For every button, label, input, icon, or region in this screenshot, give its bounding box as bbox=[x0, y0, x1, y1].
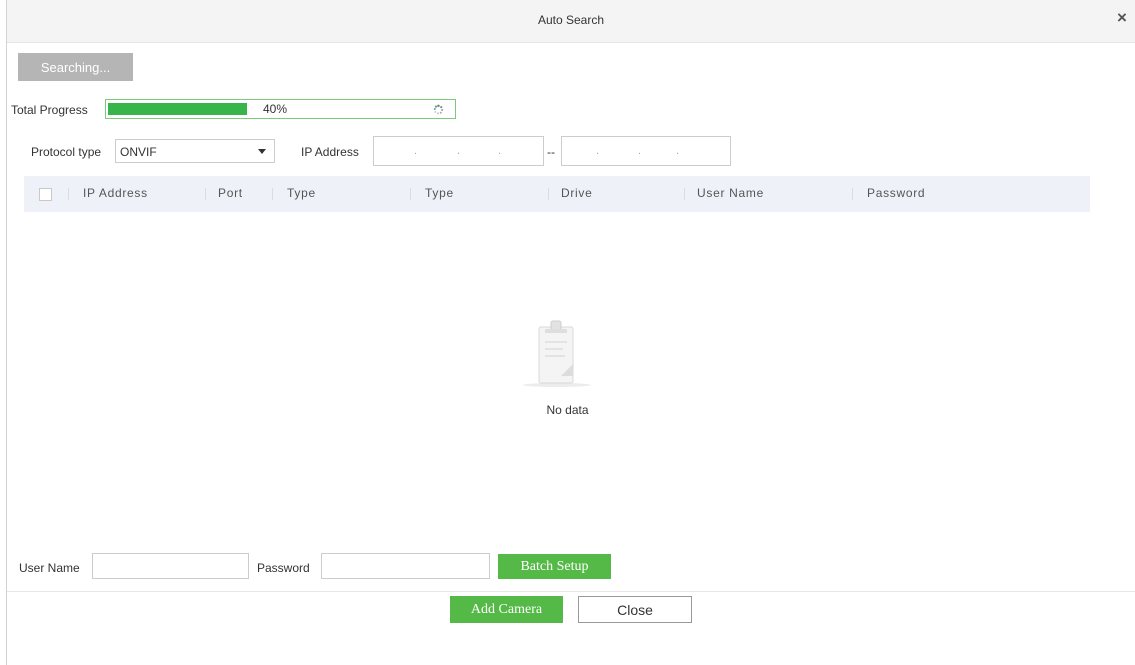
column-type[interactable]: Type bbox=[287, 186, 316, 200]
protocol-type-select[interactable]: ONVIF bbox=[115, 139, 275, 163]
auto-search-dialog: Auto Search × Searching... Total Progres… bbox=[0, 0, 1135, 665]
dialog-title: Auto Search bbox=[537, 13, 605, 27]
ip-dot: . bbox=[638, 145, 642, 157]
batch-username-label: User Name bbox=[19, 561, 80, 575]
column-separator bbox=[205, 188, 206, 200]
column-separator bbox=[410, 188, 411, 200]
column-separator bbox=[548, 188, 549, 200]
column-password[interactable]: Password bbox=[867, 186, 925, 200]
ip-address-start-input[interactable]: . . . bbox=[373, 136, 544, 166]
close-icon[interactable]: × bbox=[1113, 9, 1131, 27]
no-data-text: No data bbox=[546, 403, 589, 417]
batch-setup-button[interactable]: Batch Setup bbox=[498, 554, 611, 579]
searching-button[interactable]: Searching... bbox=[18, 53, 133, 81]
empty-clipboard-icon bbox=[523, 320, 591, 387]
dialog-titlebar: Auto Search bbox=[7, 0, 1135, 43]
batch-username-input[interactable] bbox=[92, 553, 249, 579]
column-separator bbox=[852, 188, 853, 200]
total-progress-label: Total Progress bbox=[11, 103, 88, 117]
batch-password-input[interactable] bbox=[321, 553, 490, 579]
dialog-left-border bbox=[6, 0, 7, 665]
batch-password-label: Password bbox=[257, 561, 310, 575]
progress-fill bbox=[108, 103, 247, 115]
select-all-checkbox[interactable] bbox=[39, 188, 52, 201]
ip-dot: . bbox=[498, 145, 502, 157]
column-drive[interactable]: Drive bbox=[561, 186, 593, 200]
footer-divider bbox=[7, 591, 1135, 592]
column-user-name[interactable]: User Name bbox=[697, 186, 764, 200]
column-port[interactable]: Port bbox=[218, 186, 243, 200]
ip-dot: . bbox=[676, 145, 680, 157]
close-button[interactable]: Close bbox=[578, 596, 692, 623]
progress-bar: 40% bbox=[105, 99, 456, 119]
ip-range-separator: -- bbox=[547, 145, 555, 159]
chevron-down-icon bbox=[258, 149, 266, 154]
ip-address-label: IP Address bbox=[301, 145, 359, 159]
column-type-2[interactable]: Type bbox=[425, 186, 454, 200]
ip-dot: . bbox=[457, 145, 461, 157]
protocol-type-label: Protocol type bbox=[31, 145, 102, 159]
add-camera-button[interactable]: Add Camera bbox=[450, 596, 563, 623]
column-ip-address[interactable]: IP Address bbox=[83, 186, 148, 200]
spinner-icon bbox=[433, 104, 444, 115]
ip-dot: . bbox=[596, 145, 600, 157]
protocol-type-value: ONVIF bbox=[120, 145, 157, 159]
column-separator bbox=[684, 188, 685, 200]
ip-address-end-input[interactable]: . . . bbox=[561, 136, 731, 166]
column-separator bbox=[272, 188, 273, 200]
table-header: IP Address Port Type Type Drive User Nam… bbox=[24, 176, 1090, 212]
column-separator bbox=[68, 188, 69, 200]
ip-dot: . bbox=[414, 145, 418, 157]
progress-percent: 40% bbox=[263, 102, 288, 116]
